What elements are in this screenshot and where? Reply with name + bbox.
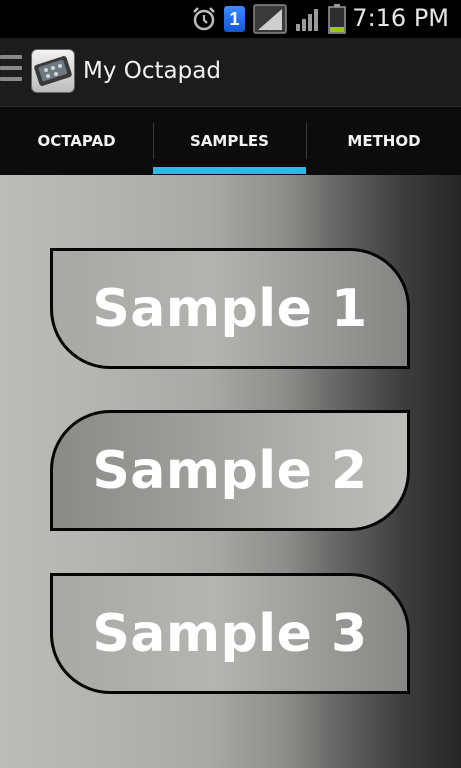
alarm-icon [193, 7, 215, 31]
sample-label: Sample 3 [92, 603, 368, 664]
sample-1-button[interactable]: Sample 1 [50, 248, 410, 369]
notification-badge-icon: 1 [224, 6, 245, 32]
tab-label: OCTAPAD [37, 132, 116, 150]
app-octapad-icon[interactable] [31, 49, 75, 93]
status-time: 7:16 PM [352, 4, 449, 32]
tab-selected-indicator [153, 167, 306, 174]
cell-signal-icon [296, 9, 318, 31]
sample-label: Sample 1 [92, 278, 368, 339]
tab-method[interactable]: METHOD [307, 107, 461, 175]
samples-panel: Sample 1 Sample 2 Sample 3 [0, 175, 461, 768]
tab-samples[interactable]: SAMPLES [153, 107, 306, 175]
sample-2-button[interactable]: Sample 2 [50, 410, 410, 531]
wifi-signal-icon [253, 4, 287, 34]
tab-strip: OCTAPAD SAMPLES METHOD [0, 107, 461, 175]
sample-label: Sample 2 [92, 440, 368, 501]
battery-icon [328, 4, 346, 34]
octapad-device-icon [34, 56, 72, 86]
status-bar: 1 7:16 PM [0, 0, 461, 38]
tab-octapad[interactable]: OCTAPAD [0, 107, 153, 175]
drawer-menu-icon[interactable] [0, 55, 22, 87]
notification-badge-count: 1 [229, 9, 240, 29]
app-title: My Octapad [83, 58, 221, 84]
tab-label: METHOD [347, 132, 421, 150]
tab-label: SAMPLES [190, 132, 269, 150]
sample-3-button[interactable]: Sample 3 [50, 573, 410, 694]
